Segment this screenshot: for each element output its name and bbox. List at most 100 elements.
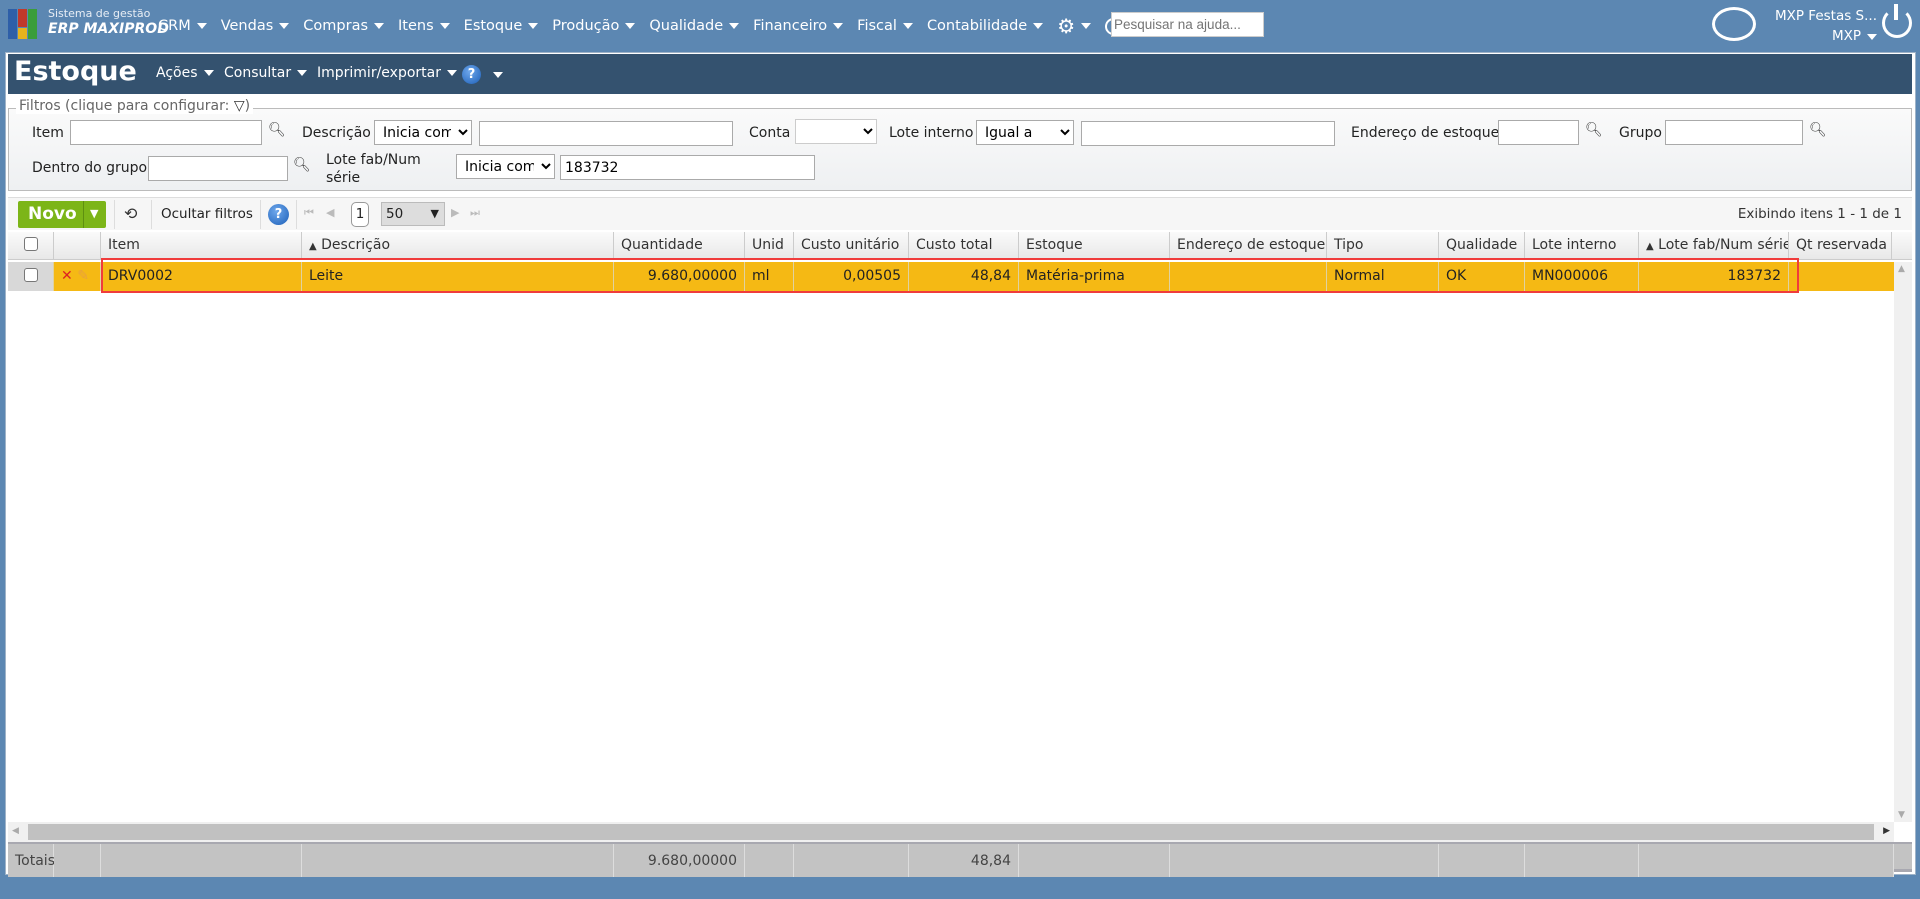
column-header-estoque[interactable]: Estoque — [1019, 232, 1170, 260]
horizontal-scrollbar[interactable]: ◀ ▶ — [8, 822, 1894, 842]
search-icon[interactable]: 🔍︎ — [1809, 122, 1827, 138]
menu-label: Contabilidade — [926, 18, 1028, 34]
column-header-item[interactable]: Item — [101, 232, 302, 260]
column-header-endereco[interactable]: Endereço de estoque — [1170, 232, 1327, 260]
totals-empty — [302, 844, 614, 877]
page-size-select[interactable]: 50 ▼ — [381, 202, 445, 226]
column-header-quantidade[interactable]: Quantidade — [614, 232, 745, 260]
ocultar-filtros-button[interactable]: Ocultar filtros — [161, 206, 253, 222]
column-header-custo-unitario[interactable]: Custo unitário — [794, 232, 909, 260]
logo-icon[interactable] — [8, 9, 38, 39]
actions-header — [54, 232, 101, 260]
row-checkbox-cell[interactable] — [8, 262, 54, 291]
menu-label: Compras — [303, 18, 369, 34]
column-header-tipo[interactable]: Tipo — [1327, 232, 1439, 260]
column-header-descricao[interactable]: ▲ Descrição — [302, 232, 614, 260]
item-input[interactable] — [70, 120, 262, 145]
first-page-icon[interactable]: ⏮ — [304, 206, 314, 220]
grupo-input[interactable] — [1665, 120, 1803, 145]
grid-help-icon[interactable]: ? — [268, 204, 289, 225]
row-checkbox[interactable] — [23, 268, 38, 282]
edit-pencil-icon[interactable]: ✎ — [77, 268, 89, 284]
conta-label: Conta — [749, 125, 791, 141]
help-search-input[interactable] — [1111, 12, 1264, 37]
acoes-menu[interactable]: Ações — [156, 65, 214, 81]
scroll-up-icon[interactable]: ▲ — [1898, 264, 1905, 274]
column-header-lote-interno[interactable]: Lote interno — [1525, 232, 1639, 260]
user-menu[interactable]: MXP Festas S... MXP — [1765, 6, 1877, 46]
caret-down-icon — [729, 23, 740, 29]
menu-itens[interactable]: Itens — [398, 14, 450, 38]
menu-contabilidade[interactable]: Contabilidade — [926, 14, 1044, 38]
select-all-checkbox[interactable] — [23, 237, 38, 251]
menu-label: Itens — [398, 18, 434, 34]
novo-button[interactable]: Novo ▼ — [18, 201, 106, 228]
caret-down-icon[interactable]: ▼ — [90, 207, 98, 220]
imprimir-exportar-menu[interactable]: Imprimir/exportar — [317, 65, 457, 81]
menu-qualidade[interactable]: Qualidade — [649, 14, 740, 38]
scroll-down-icon[interactable]: ▼ — [1898, 810, 1905, 820]
filters-panel — [8, 108, 1912, 191]
power-icon[interactable] — [1882, 4, 1912, 38]
menu-compras[interactable]: Compras — [303, 14, 385, 38]
brand-subtitle: Sistema de gestão — [48, 7, 151, 20]
menu-vendas[interactable]: Vendas — [221, 14, 290, 38]
page-number-input[interactable]: 1 — [351, 202, 369, 227]
descricao-operator-select[interactable]: Inicia com — [374, 120, 472, 145]
menu-label: Imprimir/exportar — [317, 65, 441, 81]
dentro-grupo-label: Dentro do grupo — [32, 160, 148, 176]
delete-icon[interactable]: ✕ — [61, 268, 73, 284]
consultar-menu[interactable]: Consultar — [224, 65, 308, 81]
endereco-input[interactable] — [1498, 120, 1579, 145]
column-header-lote-fab[interactable]: ▲ Lote fab/Num série — [1639, 232, 1789, 260]
dentro-grupo-input[interactable] — [148, 156, 288, 181]
totals-empty — [794, 844, 909, 877]
menu-label: Produção — [552, 18, 620, 34]
select-all-header[interactable] — [8, 232, 54, 260]
caret-down-icon — [1033, 23, 1044, 29]
menu-producao[interactable]: Produção — [552, 14, 636, 38]
menu-fiscal[interactable]: Fiscal — [857, 14, 913, 38]
search-icon[interactable]: 🔍︎ — [293, 157, 311, 173]
lote-fab-input[interactable] — [560, 155, 815, 180]
page-size-value: 50 — [386, 206, 404, 222]
chat-bubble-icon[interactable] — [1712, 7, 1756, 41]
page-title: Estoque — [14, 56, 137, 87]
next-page-icon[interactable]: ▶ — [451, 206, 459, 219]
column-header-custo-total[interactable]: Custo total — [909, 232, 1019, 260]
totals-empty — [1525, 844, 1639, 877]
refresh-icon[interactable]: ⟲ — [124, 204, 137, 223]
vertical-scrollbar[interactable]: ▲ ▼ — [1894, 262, 1912, 822]
filter-funnel-icon: ▽ — [233, 98, 245, 114]
scroll-right-icon[interactable]: ▶ — [1883, 826, 1890, 836]
search-icon[interactable]: 🔍︎ — [268, 122, 286, 138]
filters-legend[interactable]: Filtros (clique para configurar: ▽) — [16, 98, 254, 114]
last-page-icon[interactable]: ⏭ — [470, 206, 480, 220]
totals-custo-total: 48,84 — [909, 844, 1019, 877]
menu-crm[interactable]: CRM — [158, 14, 207, 38]
lote-interno-input[interactable] — [1081, 121, 1335, 146]
page-help-button[interactable]: ? — [462, 65, 503, 84]
column-header-qualidade[interactable]: Qualidade — [1439, 232, 1525, 260]
menu-estoque[interactable]: Estoque — [464, 14, 539, 38]
caret-down-icon — [446, 70, 457, 76]
caret-down-icon — [374, 23, 385, 29]
search-icon[interactable]: 🔍︎ — [1585, 122, 1603, 138]
menu-label: CRM — [158, 18, 191, 34]
lote-interno-operator-select[interactable]: Igual a — [976, 120, 1074, 145]
prev-page-icon[interactable]: ◀ — [326, 206, 334, 219]
column-header-unid[interactable]: Unid — [745, 232, 794, 260]
descricao-input[interactable] — [479, 121, 733, 146]
caret-down-icon — [528, 23, 539, 29]
totals-empty — [1439, 844, 1525, 877]
conta-select[interactable] — [795, 119, 877, 144]
menu-label: Ações — [156, 65, 198, 81]
caret-down-icon — [1867, 34, 1877, 40]
menu-label: Estoque — [463, 18, 523, 34]
lote-fab-operator-select[interactable]: Inicia com — [456, 154, 555, 179]
scroll-left-icon[interactable]: ◀ — [12, 826, 19, 836]
column-header-qt-reservada[interactable]: Qt reservada — [1789, 232, 1892, 260]
settings-menu[interactable]: ⚙ — [1057, 14, 1092, 38]
scrollbar-thumb[interactable] — [28, 824, 1874, 840]
menu-financeiro[interactable]: Financeiro — [753, 14, 844, 38]
